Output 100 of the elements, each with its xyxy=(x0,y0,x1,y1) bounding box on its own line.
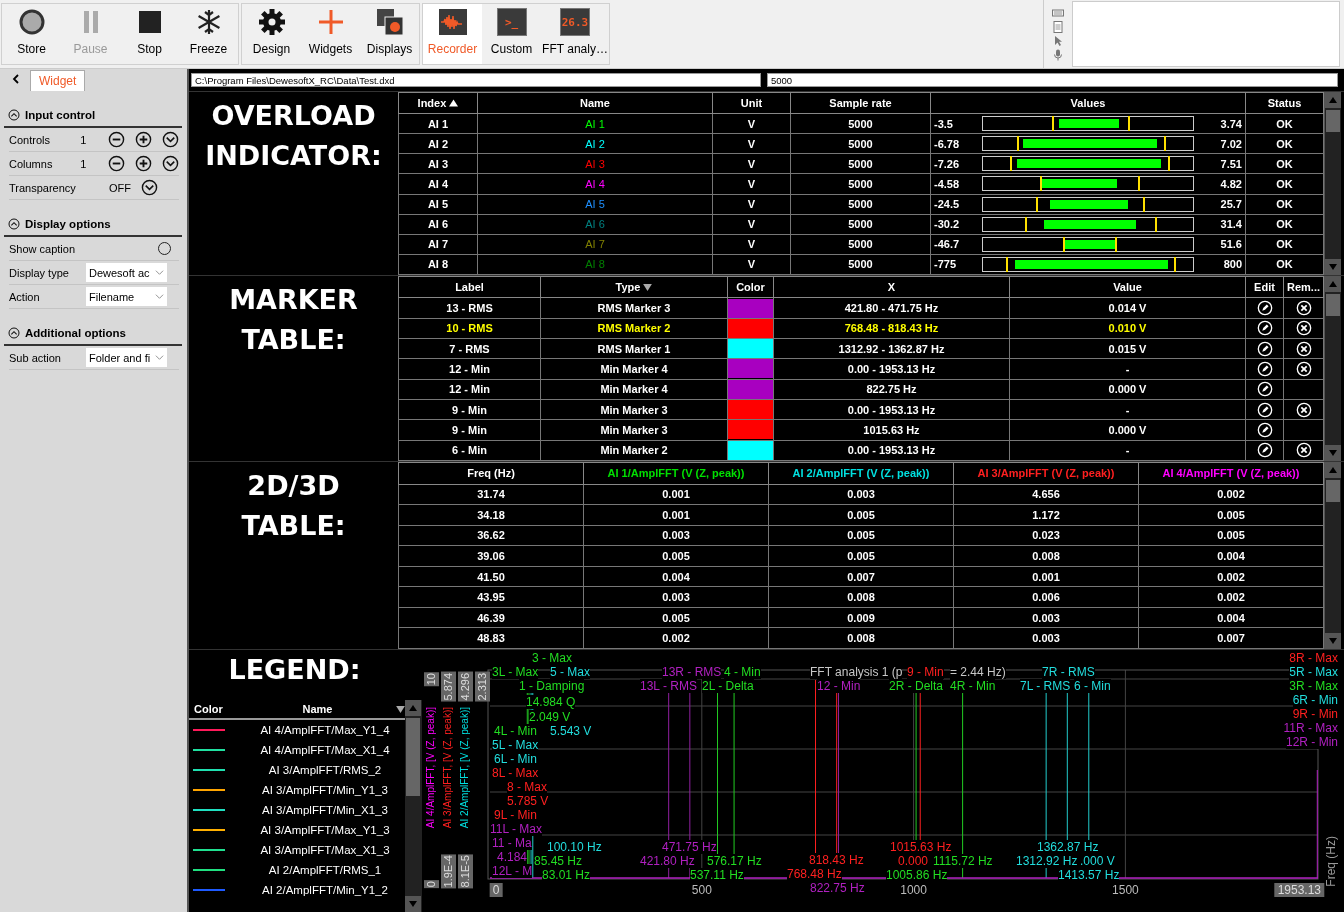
table-cell: 36.62 xyxy=(398,525,584,546)
scrollbar[interactable] xyxy=(1324,276,1341,461)
column-header[interactable]: Freq (Hz) xyxy=(467,467,515,480)
toolbar-button[interactable]: 26.3 FFT analy… xyxy=(541,4,609,64)
table-row[interactable]: 7 - RMS RMS Marker 1 1312.92 - 1362.87 Hz 0.015 V xyxy=(398,338,1324,359)
scrollbar[interactable] xyxy=(1324,92,1341,275)
input-field[interactable]: 5000 xyxy=(767,73,1338,87)
column-header[interactable]: Values xyxy=(930,92,1246,114)
down-arrow-icon xyxy=(1328,262,1338,272)
edit-button[interactable] xyxy=(1256,401,1273,418)
column-header[interactable]: Value xyxy=(1009,276,1246,298)
down-arrow-icon xyxy=(1328,636,1338,646)
increment-button[interactable] xyxy=(135,131,152,148)
marker-label: 471.75 Hz xyxy=(662,840,717,854)
toolbar-button[interactable]: >_ Custom xyxy=(482,4,541,64)
column-header[interactable]: Label xyxy=(398,276,541,298)
scrollbar[interactable] xyxy=(1324,462,1341,649)
expand-button[interactable] xyxy=(141,179,158,196)
column-header[interactable]: X xyxy=(773,276,1010,298)
remove-button[interactable] xyxy=(1295,340,1312,357)
remove-button[interactable] xyxy=(1295,401,1312,418)
windows-icon xyxy=(375,8,404,36)
keyboard-icon[interactable] xyxy=(1052,7,1064,19)
column-header[interactable]: Color xyxy=(727,276,774,298)
edit-button[interactable] xyxy=(1256,320,1273,337)
dropdown[interactable]: Filename xyxy=(86,287,167,306)
expand-button[interactable] xyxy=(162,131,179,148)
table-row[interactable]: 9 - Min Min Marker 3 0.00 - 1953.13 Hz - xyxy=(398,399,1324,420)
toolbar-button[interactable]: Freeze xyxy=(179,4,238,64)
remove-button[interactable] xyxy=(1295,361,1312,377)
max-value: 31.4 xyxy=(1219,218,1242,231)
collapse-icon[interactable] xyxy=(8,109,20,121)
scroll-down-button[interactable] xyxy=(1325,633,1341,649)
column-header[interactable]: Name xyxy=(477,92,713,114)
column-header[interactable]: Edit xyxy=(1245,276,1284,298)
axis-tick-label: 1953.13 xyxy=(1274,883,1325,897)
scroll-down-button[interactable] xyxy=(1325,259,1341,275)
table-cell: V xyxy=(712,194,791,215)
collapse-icon[interactable] xyxy=(8,218,20,230)
toolbar-button[interactable]: Displays xyxy=(360,4,419,64)
dropdown[interactable]: Folder and fi xyxy=(86,348,167,367)
column-header[interactable]: Color xyxy=(189,703,239,715)
column-header[interactable]: Status xyxy=(1245,92,1324,114)
edit-button[interactable] xyxy=(1256,421,1273,438)
toolbar-button[interactable]: Widgets xyxy=(301,4,360,64)
scroll-up-button[interactable] xyxy=(1325,276,1341,292)
toolbar-button[interactable]: Stop xyxy=(120,4,179,64)
expand-button[interactable] xyxy=(162,155,179,172)
display-icon: >_ xyxy=(496,8,527,36)
column-header[interactable]: Name xyxy=(239,703,396,715)
column-header[interactable]: Unit xyxy=(712,92,791,114)
edit-button[interactable] xyxy=(1256,381,1273,398)
toolbar-button[interactable]: Store xyxy=(2,4,61,64)
table-row[interactable]: 13 - RMS RMS Marker 3 421.80 - 471.75 Hz 0.014 V xyxy=(398,297,1324,319)
document-icon[interactable] xyxy=(1052,21,1064,33)
scroll-up-button[interactable] xyxy=(405,700,421,716)
table-row[interactable]: 10 - RMS RMS Marker 2 768.48 - 818.43 Hz 0.010 V xyxy=(398,318,1324,339)
cursor-icon[interactable] xyxy=(1052,35,1064,47)
collapse-icon[interactable] xyxy=(8,327,20,339)
table-cell: AI 8 xyxy=(398,254,478,275)
scrollbar-thumb[interactable] xyxy=(1326,480,1340,502)
table-cell: OK xyxy=(1245,234,1324,255)
column-header[interactable]: Type xyxy=(540,276,728,298)
marker-label: 5R - Max xyxy=(1289,665,1338,679)
increment-button[interactable] xyxy=(135,155,152,172)
table-row[interactable]: 12 - Min Min Marker 4 822.75 Hz 0.000 V xyxy=(398,379,1324,400)
scrollbar[interactable] xyxy=(405,700,422,912)
edit-button[interactable] xyxy=(1256,361,1273,377)
column-header[interactable]: Sample rate xyxy=(790,92,931,114)
scrollbar-thumb[interactable] xyxy=(406,718,420,796)
table-cell: V xyxy=(712,153,791,174)
column-header[interactable]: Rem... xyxy=(1283,276,1324,298)
scroll-down-button[interactable] xyxy=(1325,445,1341,461)
marker-label: 4L - Min xyxy=(494,724,537,738)
decrement-button[interactable] xyxy=(108,155,125,172)
toolbar-button[interactable]: Design xyxy=(242,4,301,64)
microphone-icon[interactable] xyxy=(1052,49,1064,61)
marker-label: 3 - Max xyxy=(532,651,572,665)
scrollbar-thumb[interactable] xyxy=(1326,294,1340,316)
table-cell: 0.004 xyxy=(1138,545,1324,567)
scroll-down-button[interactable] xyxy=(405,896,421,912)
remove-button[interactable] xyxy=(1295,442,1312,459)
scrollbar-thumb[interactable] xyxy=(1326,110,1340,132)
column-header[interactable]: Index xyxy=(398,92,478,114)
scroll-up-button[interactable] xyxy=(1325,92,1341,108)
marker-label: 1 - Damping xyxy=(519,679,585,693)
table-row[interactable]: 9 - Min Min Marker 3 1015.63 Hz 0.000 V xyxy=(398,419,1324,441)
table-row[interactable]: 12 - Min Min Marker 4 0.00 - 1953.13 Hz - xyxy=(398,358,1324,380)
remove-button[interactable] xyxy=(1295,300,1312,316)
path-field[interactable]: C:\Program Files\DewesoftX_RC\Data\Test.dxd xyxy=(191,73,761,87)
table-cell: V xyxy=(712,234,791,255)
remove-button[interactable] xyxy=(1295,320,1312,337)
decrement-button[interactable] xyxy=(108,131,125,148)
edit-button[interactable] xyxy=(1256,442,1273,459)
table-row[interactable]: 6 - Min Min Marker 2 0.00 - 1953.13 Hz - xyxy=(398,440,1324,461)
edit-button[interactable] xyxy=(1256,340,1273,357)
scroll-up-button[interactable] xyxy=(1325,462,1341,478)
edit-button[interactable] xyxy=(1256,300,1273,316)
marker-label: 537.11 Hz xyxy=(690,868,744,882)
dropdown[interactable]: Dewesoft ac xyxy=(86,263,167,282)
